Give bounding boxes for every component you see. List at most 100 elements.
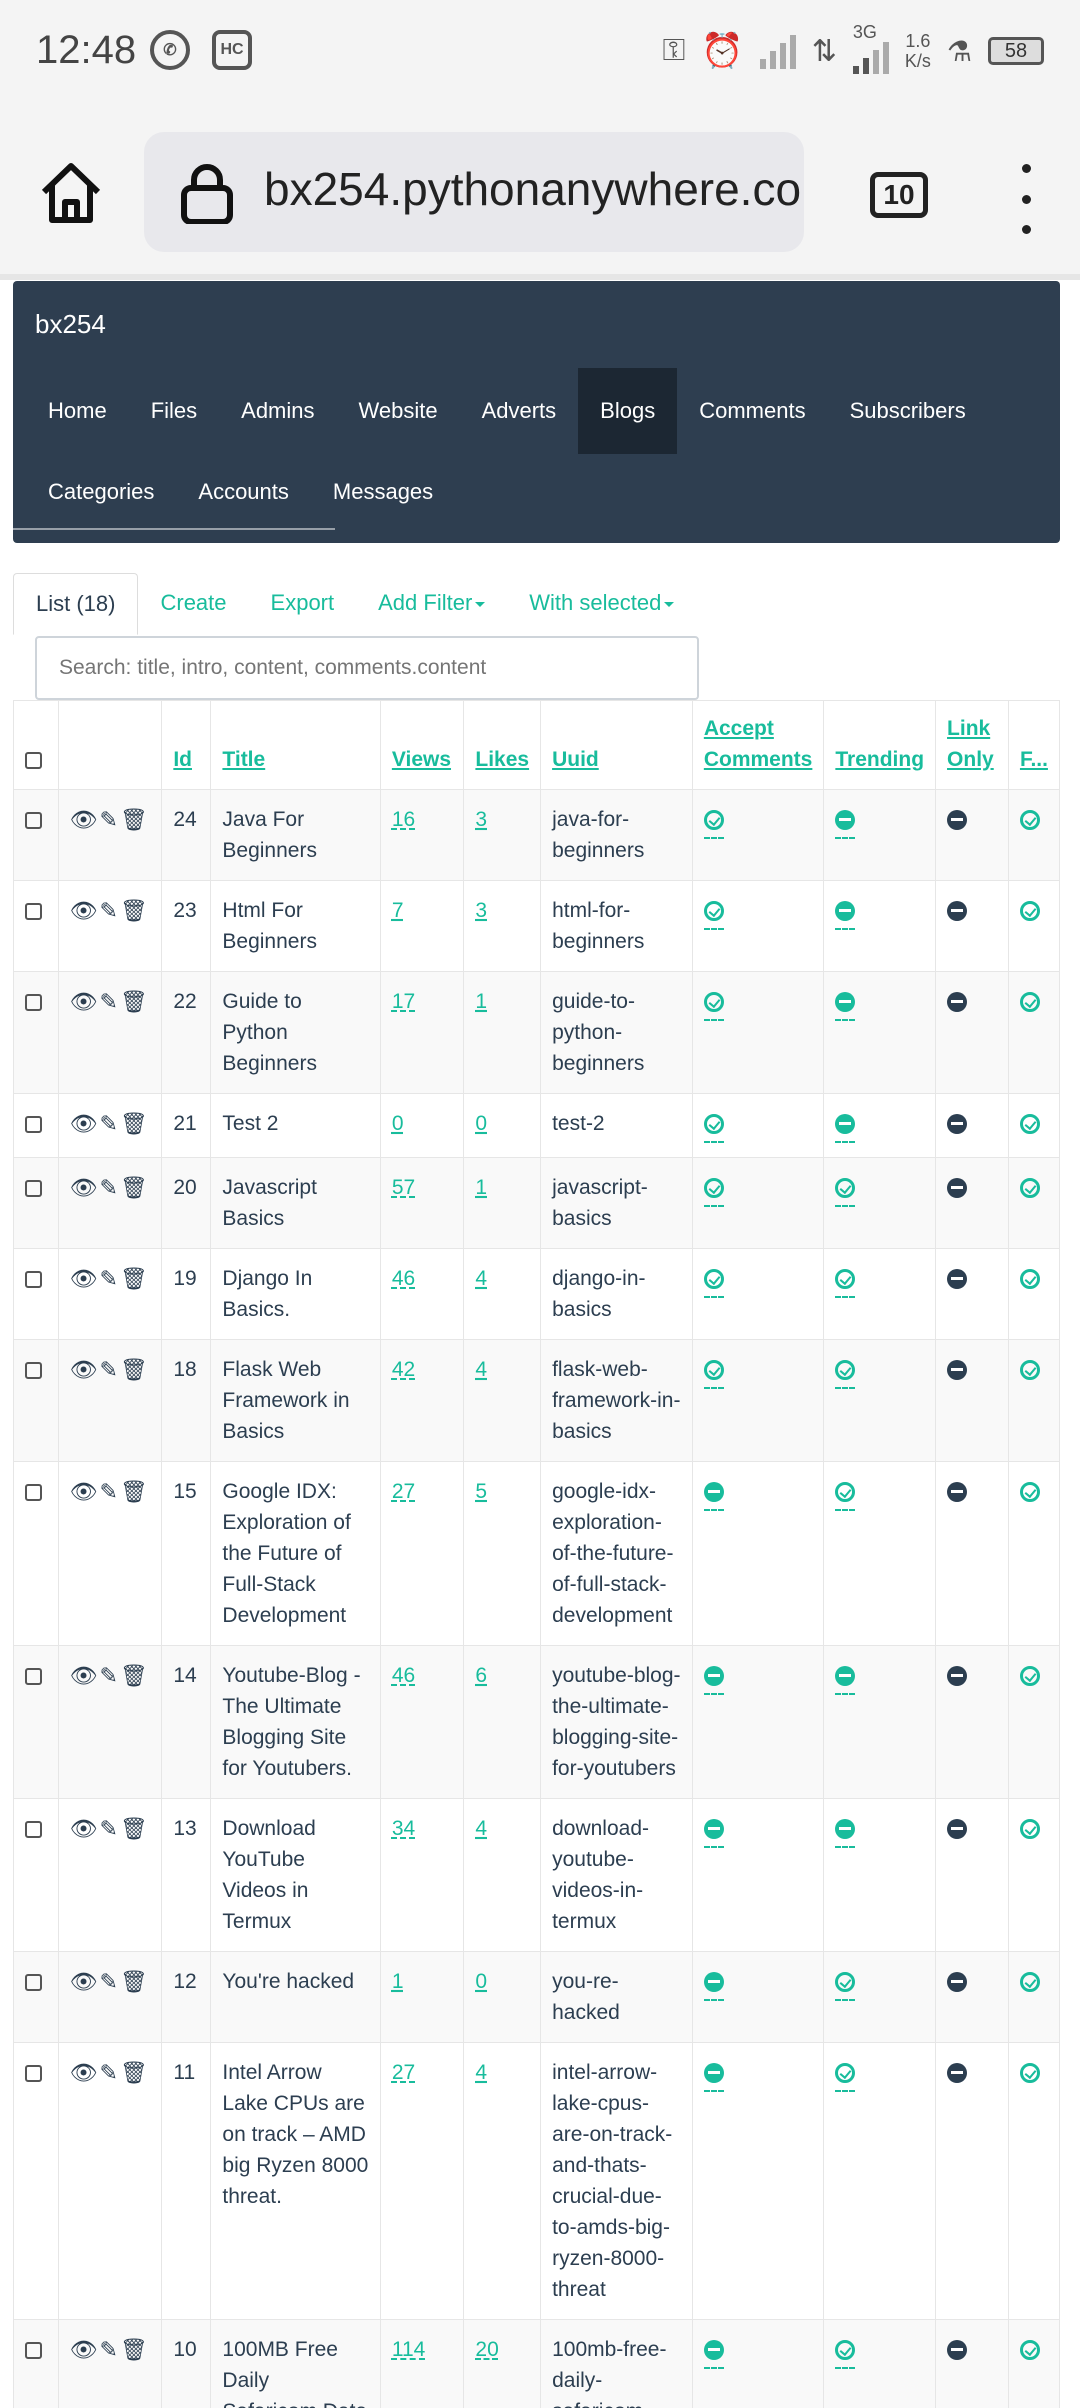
view-icon[interactable]: 👁	[70, 1172, 98, 1203]
row-likes[interactable]: 3	[475, 899, 487, 922]
trending-minus-icon[interactable]	[835, 901, 856, 922]
edit-pencil-icon[interactable]: ✎	[99, 2057, 117, 2088]
edit-pencil-icon[interactable]: ✎	[99, 804, 117, 835]
accept-comments-check-icon[interactable]	[703, 1269, 724, 1290]
nav-messages[interactable]: Messages	[311, 456, 455, 528]
trending-minus-icon[interactable]	[835, 810, 856, 831]
accept-comments-minus-icon[interactable]	[703, 1666, 724, 1687]
edit-pencil-icon[interactable]: ✎	[99, 1172, 117, 1203]
link-only-minus-icon[interactable]	[947, 810, 968, 831]
delete-trash-icon[interactable]: 🗑	[120, 1263, 148, 1294]
view-icon[interactable]: 👁	[70, 1813, 98, 1844]
trending-check-icon[interactable]	[835, 2340, 856, 2361]
nav-admins[interactable]: Admins	[219, 368, 336, 454]
sort-likes[interactable]: Likes	[475, 748, 529, 771]
trending-check-icon[interactable]	[835, 1269, 856, 1290]
nav-home[interactable]: Home	[26, 368, 129, 454]
row-views[interactable]: 16	[392, 808, 415, 831]
nav-comments[interactable]: Comments	[677, 368, 827, 454]
view-icon[interactable]: 👁	[70, 895, 98, 926]
delete-trash-icon[interactable]: 🗑	[120, 1108, 148, 1139]
trending-check-icon[interactable]	[835, 1360, 856, 1381]
link-only-minus-icon[interactable]	[947, 992, 968, 1013]
row-checkbox[interactable]	[25, 1973, 42, 1991]
view-icon[interactable]: 👁	[70, 986, 98, 1017]
delete-trash-icon[interactable]: 🗑	[120, 1354, 148, 1385]
nav-blogs[interactable]: Blogs	[578, 368, 678, 454]
row-checkbox[interactable]	[25, 1667, 42, 1685]
row-views[interactable]: 27	[392, 2061, 415, 2084]
row-views[interactable]: 114	[392, 2338, 425, 2361]
row-likes[interactable]: 4	[475, 1267, 487, 1290]
row-checkbox[interactable]	[25, 902, 42, 920]
extra-check-icon[interactable]	[1019, 1360, 1040, 1381]
row-views[interactable]: 46	[392, 1664, 415, 1687]
row-views[interactable]: 0	[392, 1112, 404, 1135]
select-all-checkbox[interactable]	[25, 751, 42, 769]
tab-add-filter[interactable]: Add Filter	[356, 573, 507, 633]
edit-pencil-icon[interactable]: ✎	[99, 1354, 117, 1385]
link-only-minus-icon[interactable]	[947, 1972, 968, 1993]
extra-check-icon[interactable]	[1019, 901, 1040, 922]
edit-pencil-icon[interactable]: ✎	[99, 1660, 117, 1691]
row-checkbox[interactable]	[25, 1179, 42, 1197]
row-views[interactable]: 1	[392, 1970, 404, 1993]
edit-pencil-icon[interactable]: ✎	[99, 2334, 117, 2365]
row-likes[interactable]: 1	[475, 990, 487, 1013]
overflow-menu-icon[interactable]	[1016, 164, 1036, 234]
nav-categories[interactable]: Categories	[26, 456, 176, 528]
trending-check-icon[interactable]	[835, 1482, 856, 1503]
row-views[interactable]: 42	[392, 1358, 415, 1381]
delete-trash-icon[interactable]: 🗑	[120, 1660, 148, 1691]
trending-check-icon[interactable]	[835, 1178, 856, 1199]
accept-comments-minus-icon[interactable]	[703, 2340, 724, 2361]
nav-subscribers[interactable]: Subscribers	[828, 368, 988, 454]
search-input[interactable]	[35, 636, 699, 700]
view-icon[interactable]: 👁	[70, 1476, 98, 1507]
row-checkbox[interactable]	[25, 1483, 42, 1501]
view-icon[interactable]: 👁	[70, 1108, 98, 1139]
accept-comments-minus-icon[interactable]	[703, 1819, 724, 1840]
row-likes[interactable]: 0	[475, 1970, 487, 1993]
row-likes[interactable]: 1	[475, 1176, 487, 1199]
view-icon[interactable]: 👁	[70, 2057, 98, 2088]
accept-comments-minus-icon[interactable]	[703, 1482, 724, 1503]
extra-check-icon[interactable]	[1019, 992, 1040, 1013]
trending-minus-icon[interactable]	[835, 992, 856, 1013]
delete-trash-icon[interactable]: 🗑	[120, 1172, 148, 1203]
link-only-minus-icon[interactable]	[947, 1114, 968, 1135]
delete-trash-icon[interactable]: 🗑	[120, 1966, 148, 1997]
nav-accounts[interactable]: Accounts	[176, 456, 311, 528]
delete-trash-icon[interactable]: 🗑	[120, 1476, 148, 1507]
row-likes[interactable]: 6	[475, 1664, 487, 1687]
extra-check-icon[interactable]	[1019, 1972, 1040, 1993]
link-only-minus-icon[interactable]	[947, 2063, 968, 2084]
link-only-minus-icon[interactable]	[947, 1819, 968, 1840]
accept-comments-check-icon[interactable]	[703, 992, 724, 1013]
accept-comments-minus-icon[interactable]	[703, 1972, 724, 1993]
link-only-minus-icon[interactable]	[947, 901, 968, 922]
delete-trash-icon[interactable]: 🗑	[120, 986, 148, 1017]
accept-comments-check-icon[interactable]	[703, 810, 724, 831]
row-checkbox[interactable]	[25, 2341, 42, 2359]
row-views[interactable]: 17	[392, 990, 415, 1013]
tab-with-selected[interactable]: With selected	[507, 573, 696, 633]
delete-trash-icon[interactable]: 🗑	[120, 804, 148, 835]
sort-title[interactable]: Title	[222, 748, 265, 771]
row-views[interactable]: 27	[392, 1480, 415, 1503]
row-checkbox[interactable]	[25, 1361, 42, 1379]
row-checkbox[interactable]	[25, 1270, 42, 1288]
accept-comments-check-icon[interactable]	[703, 1360, 724, 1381]
edit-pencil-icon[interactable]: ✎	[99, 986, 117, 1017]
link-only-minus-icon[interactable]	[947, 2340, 968, 2361]
link-only-minus-icon[interactable]	[947, 1360, 968, 1381]
extra-check-icon[interactable]	[1019, 810, 1040, 831]
edit-pencil-icon[interactable]: ✎	[99, 1966, 117, 1997]
row-likes[interactable]: 20	[475, 2338, 498, 2361]
nav-adverts[interactable]: Adverts	[460, 368, 579, 454]
sort-extra[interactable]: F...	[1020, 748, 1048, 771]
tab-export[interactable]: Export	[249, 573, 357, 633]
extra-check-icon[interactable]	[1019, 2340, 1040, 2361]
row-likes[interactable]: 4	[475, 1817, 487, 1840]
trending-minus-icon[interactable]	[835, 1666, 856, 1687]
